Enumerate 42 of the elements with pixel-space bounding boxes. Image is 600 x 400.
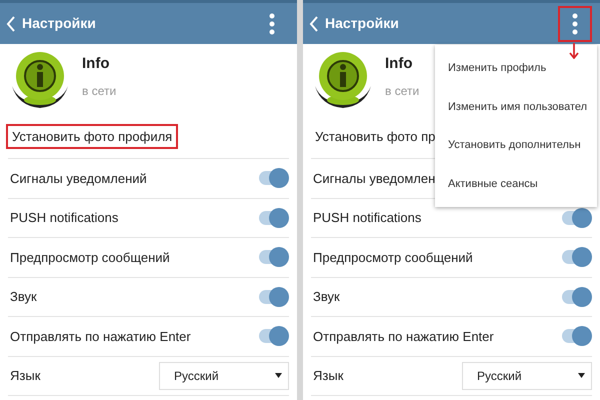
profile-name: Info	[385, 54, 414, 74]
setting-label: Звук	[10, 288, 37, 306]
setting-label: Язык	[10, 367, 40, 385]
more-button[interactable]	[558, 6, 592, 42]
toggle-switch[interactable]	[560, 247, 592, 268]
toggle-switch[interactable]	[560, 286, 592, 307]
setting-label: Предпросмотр сообщений	[313, 248, 473, 267]
toggle-switch[interactable]	[560, 208, 592, 228]
profile-name: Info	[82, 54, 110, 74]
annotation-arrow	[569, 43, 579, 59]
setting-label: Язык	[313, 367, 344, 385]
setting-label: Сигналы уведомлений	[10, 170, 147, 188]
set-photo-link[interactable]: Установить фото профиля	[6, 124, 178, 150]
setting-label: Звук	[313, 288, 340, 306]
toggle-switch[interactable]	[257, 326, 289, 346]
more-icon	[269, 12, 275, 34]
dropdown-icon	[578, 373, 585, 378]
setting-label: PUSH notifications	[313, 209, 422, 227]
setting-label: PUSH notifications	[10, 209, 118, 227]
language-select[interactable]: Русский	[462, 362, 592, 390]
menu-item[interactable]: Изменить профиль	[435, 60, 597, 76]
profile-status: в сети	[385, 82, 420, 100]
toggle-switch[interactable]	[257, 208, 289, 228]
menu-item[interactable]: Установить дополнительн	[435, 137, 597, 154]
back-icon[interactable]	[309, 14, 319, 32]
toggle-switch[interactable]	[257, 286, 289, 307]
toggle-switch[interactable]	[560, 326, 592, 346]
menu-item[interactable]: Активные сеансы	[435, 176, 597, 192]
back-icon[interactable]	[6, 14, 16, 32]
setting-label: Предпросмотр сообщений	[10, 248, 170, 267]
language-select[interactable]: Русский	[159, 362, 289, 390]
dropdown-icon	[275, 373, 282, 378]
setting-label: Отправлять по нажатию Enter	[10, 328, 191, 346]
profile-status: в сети	[82, 82, 116, 100]
toggle-switch[interactable]	[257, 247, 289, 268]
header-title: Настройки	[22, 14, 96, 33]
setting-label: Сигналы уведомлен	[313, 170, 436, 188]
header-title: Настройки	[325, 14, 399, 33]
toggle-switch[interactable]	[257, 168, 289, 188]
setting-label: Отправлять по нажатию Enter	[313, 328, 494, 346]
more-icon	[572, 12, 578, 34]
menu-item[interactable]: Изменить имя пользовател	[435, 98, 597, 115]
